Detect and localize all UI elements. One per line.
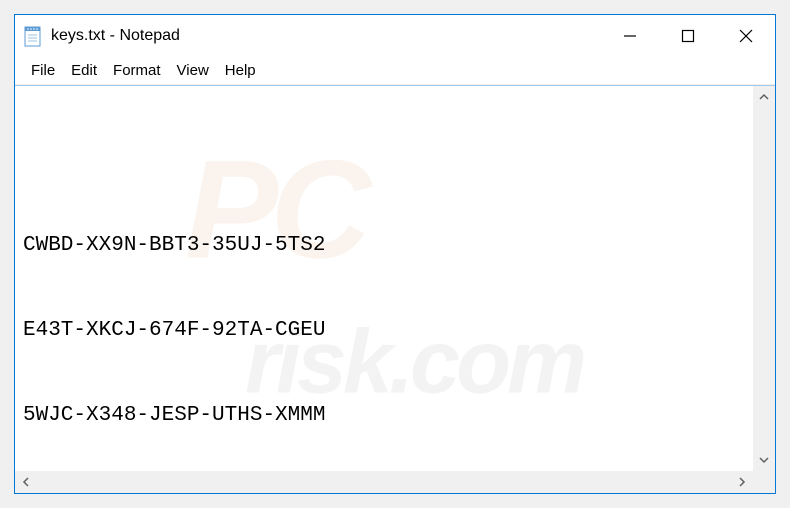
window-controls [601,15,775,57]
menu-edit[interactable]: Edit [63,59,105,82]
window-title: keys.txt - Notepad [51,27,601,45]
close-button[interactable] [717,15,775,57]
horizontal-scroll-track[interactable] [37,471,731,493]
text-line: CWBD-XX9N-BBT3-35UJ-5TS2 [23,232,745,260]
bottom-scroll-row [15,471,775,493]
content-area: PC risk.com CWBD-XX9N-BBT3-35UJ-5TS2 E43… [15,86,775,471]
notepad-window: keys.txt - Notepad File Edit Format View… [14,14,776,494]
notepad-app-icon [23,24,43,48]
menubar: File Edit Format View Help [15,57,775,85]
vertical-scroll-track[interactable] [753,108,775,449]
vertical-scrollbar[interactable] [753,86,775,471]
menu-file[interactable]: File [23,59,63,82]
maximize-button[interactable] [659,15,717,57]
text-line: 5WJC-X348-JESP-UTHS-XMMM [23,402,745,430]
scroll-corner [753,471,775,493]
scroll-down-arrow-icon[interactable] [753,449,775,471]
scroll-up-arrow-icon[interactable] [753,86,775,108]
titlebar: keys.txt - Notepad [15,15,775,57]
menu-format[interactable]: Format [105,59,169,82]
text-line: E43T-XKCJ-674F-92TA-CGEU [23,317,745,345]
scroll-right-arrow-icon[interactable] [731,471,753,493]
menu-help[interactable]: Help [217,59,264,82]
text-editor[interactable]: PC risk.com CWBD-XX9N-BBT3-35UJ-5TS2 E43… [15,86,753,471]
minimize-button[interactable] [601,15,659,57]
scroll-left-arrow-icon[interactable] [15,471,37,493]
text-lines: CWBD-XX9N-BBT3-35UJ-5TS2 E43T-XKCJ-674F-… [23,175,745,471]
menu-view[interactable]: View [169,59,217,82]
